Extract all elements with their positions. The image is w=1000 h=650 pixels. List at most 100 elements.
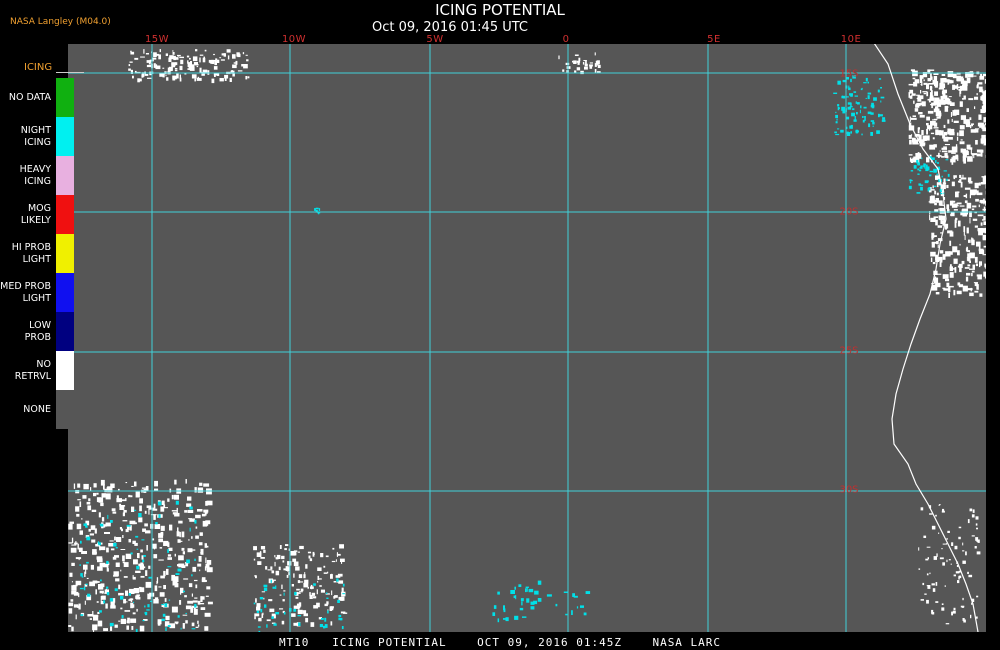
cloud-pixel: [68, 602, 74, 607]
cloud-pixel: [962, 542, 964, 546]
cloud-pixel: [963, 226, 966, 232]
cloud-pixel: [86, 536, 91, 541]
cloud-pixel: [576, 67, 581, 71]
cloud-pixel: [128, 64, 131, 67]
cloud-pixel: [308, 555, 311, 559]
cloud-pixel: [928, 99, 931, 103]
legend-item-none: NONE: [0, 390, 75, 429]
cloud-pixel: [930, 104, 933, 106]
cloud-pixel: [928, 83, 935, 85]
cloud-pixel: [262, 612, 264, 616]
cloud-pixel: [936, 241, 939, 245]
cloud-pixel: [929, 572, 931, 575]
cloud-pixel: [153, 554, 158, 559]
cloud-pixel: [91, 539, 96, 543]
cloud-pixel: [96, 556, 103, 560]
cloud-pixel: [947, 131, 952, 135]
cloud-pixel: [972, 205, 977, 208]
cloud-pixel: [925, 558, 929, 561]
cloud-pixel: [187, 496, 192, 501]
cloud-pixel: [125, 553, 132, 559]
cloud-pixel: [105, 603, 108, 609]
cloud-pixel: [125, 498, 127, 502]
cloud-pixel: [970, 124, 972, 129]
cloud-pixel: [969, 189, 976, 196]
cloud-pixel: [182, 623, 185, 629]
cloud-pixel: [145, 581, 152, 588]
cloud-pixel: [313, 596, 317, 599]
cloud-pixel: [174, 479, 177, 485]
cloud-pixel: [179, 77, 182, 82]
cloud-pixel: [936, 105, 939, 110]
cloud-pixel: [967, 177, 972, 183]
cloud-pixel: [145, 570, 148, 576]
cloud-pixel: [71, 537, 74, 543]
cloud-pixel: [68, 625, 72, 627]
cloud-pixel: [929, 174, 932, 177]
cloud-pixel: [974, 182, 979, 189]
cloud-pixel: [109, 540, 114, 542]
cloud-pixel: [113, 542, 117, 547]
cloud-pixel: [926, 116, 930, 121]
cloud-pixel: [914, 108, 919, 112]
cloud-pixel: [169, 55, 174, 60]
cloud-pixel: [573, 60, 577, 64]
cloud-pixel: [130, 552, 133, 555]
cloud-pixel: [962, 174, 964, 179]
cloud-pixel: [139, 498, 143, 504]
cloud-pixel: [920, 165, 923, 169]
cloud-pixel: [119, 503, 122, 505]
legend-item-label: NO RETRVL: [14, 358, 51, 382]
cloud-pixel: [855, 101, 857, 104]
cloud-pixel: [971, 208, 975, 211]
cloud-pixel: [984, 79, 986, 84]
legend-item-no-retrvl: NO RETRVL: [0, 351, 75, 390]
cloud-pixel: [191, 593, 193, 597]
cloud-pixel: [100, 579, 102, 582]
legend-item-label: NONE: [23, 403, 51, 415]
cloud-pixel: [211, 78, 215, 84]
cloud-pixel: [962, 550, 965, 552]
cloud-pixel: [929, 95, 934, 99]
cloud-pixel: [923, 93, 927, 95]
cloud-pixel: [274, 555, 276, 558]
cloud-pixel: [983, 245, 986, 248]
cloud-pixel: [937, 244, 939, 248]
cloud-pixel: [916, 98, 919, 99]
cloud-pixel: [275, 585, 277, 589]
cloud-pixel: [313, 605, 317, 607]
cloud-pixel: [909, 89, 914, 94]
cloud-pixel: [979, 86, 983, 93]
cloud-pixel: [159, 49, 161, 53]
cloud-pixel: [154, 524, 161, 529]
cloud-pixel: [948, 96, 952, 98]
cloud-pixel: [192, 566, 197, 572]
cloud-pixel: [317, 580, 319, 583]
cloud-pixel: [313, 583, 316, 586]
cloud-pixel: [305, 617, 309, 623]
cloud-pixel: [122, 561, 125, 564]
cloud-pixel: [950, 563, 952, 565]
cloud-pixel: [909, 139, 912, 145]
cloud-pixel: [597, 64, 601, 68]
cloud-pixel: [944, 144, 950, 146]
cloud-pixel: [135, 570, 141, 573]
cloud-pixel: [938, 532, 940, 534]
cloud-pixel: [927, 585, 931, 589]
cloud-pixel: [270, 566, 273, 570]
cloud-pixel: [959, 125, 965, 130]
cloud-pixel: [949, 240, 952, 246]
cloud-pixel: [78, 557, 80, 561]
cloud-pixel: [962, 618, 965, 621]
cloud-pixel: [172, 52, 175, 55]
cloud-pixel: [881, 119, 886, 122]
cloud-pixel: [122, 512, 125, 517]
legend-item-med-prob-light: MED PROB LIGHT: [0, 273, 75, 312]
cloud-pixel: [256, 552, 262, 557]
cloud-pixel: [922, 165, 925, 167]
cloud-pixel: [916, 102, 921, 107]
cloud-pixel: [171, 64, 176, 68]
lon-label-5e: 5E: [707, 34, 721, 45]
cloud-pixel: [286, 574, 289, 578]
cloud-pixel: [253, 546, 257, 551]
